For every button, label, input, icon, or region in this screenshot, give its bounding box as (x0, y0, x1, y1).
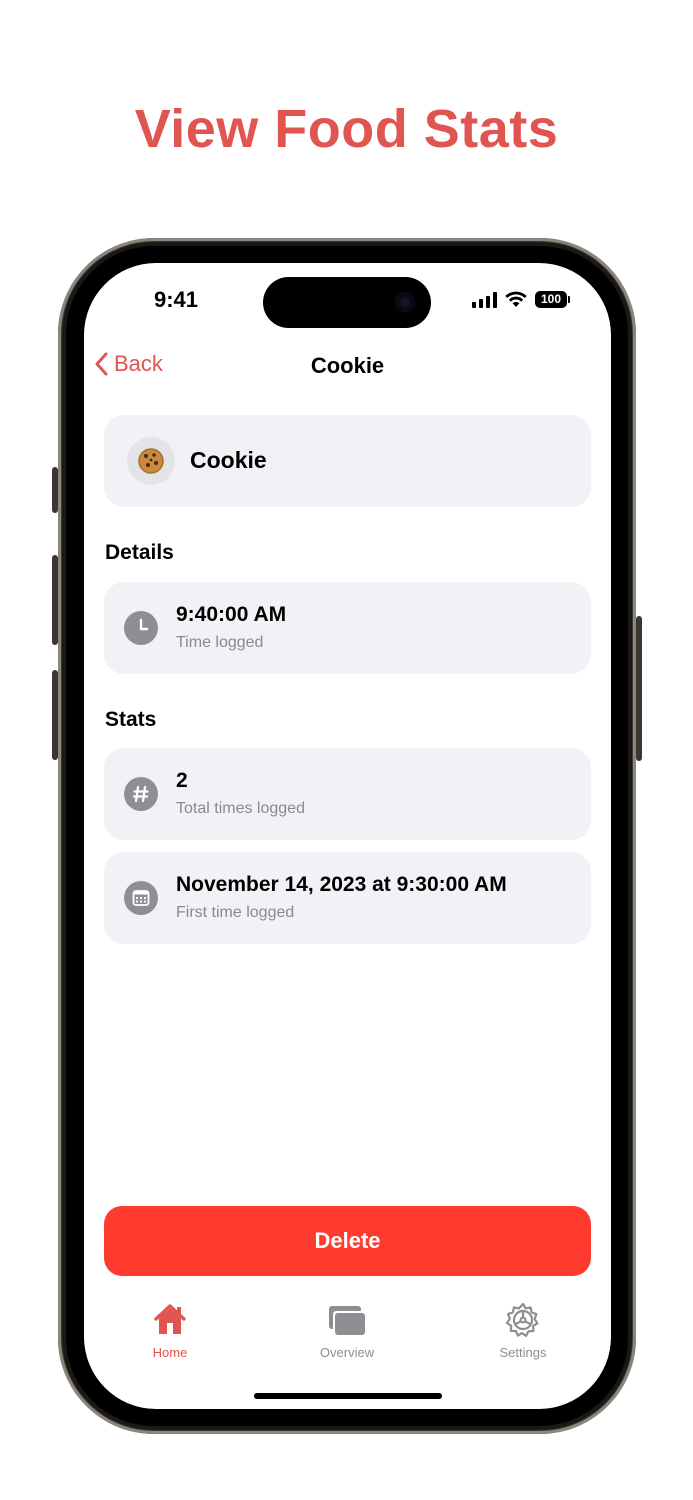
status-indicators: 100 (472, 291, 570, 308)
time-logged-label: Time logged (176, 634, 264, 651)
first-logged-label: First time logged (176, 904, 295, 921)
power-button (636, 616, 642, 761)
stats-heading: Stats (105, 708, 157, 731)
wifi-icon (505, 291, 527, 307)
tab-settings-label: Settings (499, 1345, 547, 1360)
tab-home[interactable]: Home (120, 1301, 220, 1360)
total-logged-label: Total times logged (176, 800, 305, 817)
tab-home-label: Home (152, 1345, 188, 1360)
number-sign-icon (124, 777, 158, 811)
volume-up-button (52, 555, 58, 645)
clock-icon (124, 611, 158, 645)
first-logged-row: November 14, 2023 at 9:30:00 AM First ti… (104, 852, 591, 944)
stacked-rectangles-icon (329, 1306, 365, 1335)
total-logged-row: 2 Total times logged (104, 748, 591, 840)
battery-icon: 100 (535, 291, 570, 308)
promo-headline: View Food Stats (134, 99, 559, 159)
tab-overview[interactable]: Overview (297, 1301, 397, 1360)
time-logged-value: 9:40:00 AM (176, 603, 287, 626)
house-icon (154, 1304, 186, 1334)
tab-settings[interactable]: Settings (473, 1301, 573, 1360)
total-logged-value: 2 (176, 769, 188, 792)
gear-icon (505, 1302, 539, 1337)
tab-bar: Home Overview Settings (84, 1301, 611, 1371)
time-logged-row: 9:40:00 AM Time logged (104, 582, 591, 674)
volume-down-button (52, 670, 58, 760)
status-time: 9:41 (154, 287, 199, 312)
home-indicator (254, 1393, 442, 1399)
navigation-bar: Back Cookie (84, 347, 611, 387)
dynamic-island (263, 277, 431, 328)
action-button (52, 467, 58, 513)
details-heading: Details (105, 541, 174, 564)
app-screen: 9:41 100 Back Cookie Cookie Details 9:40… (84, 263, 611, 1409)
cookie-icon (127, 437, 175, 485)
cellular-signal-icon (472, 291, 497, 308)
delete-button[interactable]: Delete (104, 1206, 591, 1276)
food-card: Cookie (104, 415, 591, 507)
nav-title: Cookie (310, 353, 385, 378)
calendar-icon (124, 881, 158, 915)
food-name: Cookie (190, 447, 267, 473)
first-logged-value: November 14, 2023 at 9:30:00 AM (176, 873, 507, 896)
tab-overview-label: Overview (319, 1345, 375, 1360)
